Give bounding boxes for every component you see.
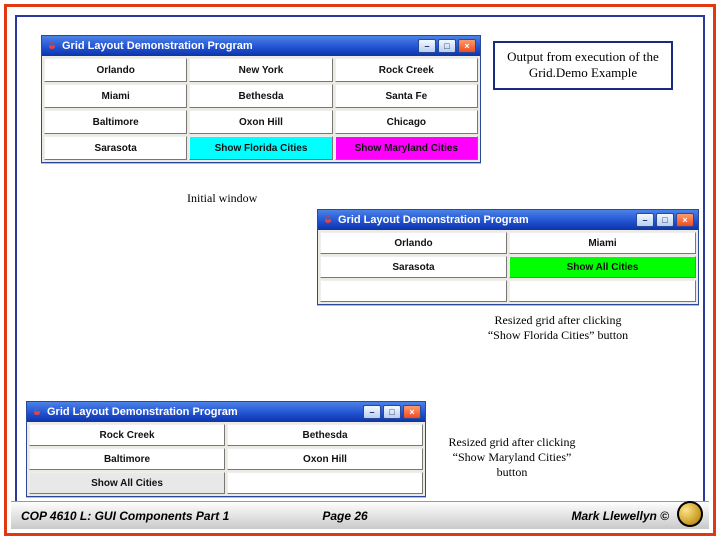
city-button-bethesda[interactable]: Bethesda — [227, 424, 423, 446]
titlebar[interactable]: Grid Layout Demonstration Program – □ × — [318, 210, 698, 230]
window-title: Grid Layout Demonstration Program — [62, 40, 414, 52]
grid-layout: Orlando New York Rock Creek Miami Bethes… — [42, 56, 480, 162]
slide-inner-border: Output from execution of the Grid.Demo E… — [15, 15, 705, 507]
window-buttons: – □ × — [636, 213, 694, 227]
maximize-button[interactable]: □ — [438, 39, 456, 53]
window-buttons: – □ × — [363, 405, 421, 419]
java-cup-icon — [31, 406, 43, 418]
window-title: Grid Layout Demonstration Program — [338, 214, 632, 226]
minimize-button[interactable]: – — [636, 213, 654, 227]
city-button-rockcreek[interactable]: Rock Creek — [29, 424, 225, 446]
java-window-initial: Grid Layout Demonstration Program – □ × … — [41, 35, 481, 163]
city-button-orlando[interactable]: Orlando — [320, 232, 507, 254]
empty-cell — [227, 472, 423, 494]
city-button-miami[interactable]: Miami — [509, 232, 696, 254]
label-resized-florida: Resized grid after clicking “Show Florid… — [483, 313, 633, 343]
label-initial-window: Initial window — [187, 191, 257, 206]
java-window-maryland: Grid Layout Demonstration Program – □ × … — [26, 401, 426, 497]
city-button-miami[interactable]: Miami — [44, 84, 187, 108]
maximize-button[interactable]: □ — [656, 213, 674, 227]
window-title: Grid Layout Demonstration Program — [47, 406, 359, 418]
footer-course: COP 4610 L: GUI Components Part 1 — [21, 509, 237, 523]
city-button-baltimore[interactable]: Baltimore — [44, 110, 187, 134]
minimize-button[interactable]: – — [363, 405, 381, 419]
city-button-santafe[interactable]: Santa Fe — [335, 84, 478, 108]
city-button-chicago[interactable]: Chicago — [335, 110, 478, 134]
java-cup-icon — [46, 40, 58, 52]
label-resized-maryland: Resized grid after clicking “Show Maryla… — [437, 435, 587, 480]
city-button-sarasota[interactable]: Sarasota — [44, 136, 187, 160]
java-window-florida: Grid Layout Demonstration Program – □ × … — [317, 209, 699, 305]
empty-cell — [509, 280, 696, 302]
footer-author: Mark Llewellyn © — [453, 509, 699, 523]
show-maryland-cities-button[interactable]: Show Maryland Cities — [335, 136, 478, 160]
slide-footer: COP 4610 L: GUI Components Part 1 Page 2… — [11, 501, 709, 529]
city-button-orlando[interactable]: Orlando — [44, 58, 187, 82]
close-button[interactable]: × — [403, 405, 421, 419]
city-button-bethesda[interactable]: Bethesda — [189, 84, 332, 108]
city-button-baltimore[interactable]: Baltimore — [29, 448, 225, 470]
city-button-oxonhill[interactable]: Oxon Hill — [189, 110, 332, 134]
city-button-sarasota[interactable]: Sarasota — [320, 256, 507, 278]
grid-layout: Orlando Miami Sarasota Show All Cities — [318, 230, 698, 304]
callout-output: Output from execution of the Grid.Demo E… — [493, 41, 673, 90]
java-cup-icon — [322, 214, 334, 226]
show-all-cities-button[interactable]: Show All Cities — [509, 256, 696, 278]
close-button[interactable]: × — [458, 39, 476, 53]
city-button-rockcreek[interactable]: Rock Creek — [335, 58, 478, 82]
city-button-oxonhill[interactable]: Oxon Hill — [227, 448, 423, 470]
close-button[interactable]: × — [676, 213, 694, 227]
slide-outer-border: Output from execution of the Grid.Demo E… — [4, 4, 716, 536]
window-buttons: – □ × — [418, 39, 476, 53]
ucf-logo-icon — [677, 501, 703, 527]
empty-cell — [320, 280, 507, 302]
titlebar[interactable]: Grid Layout Demonstration Program – □ × — [27, 402, 425, 422]
show-all-cities-button[interactable]: Show All Cities — [29, 472, 225, 494]
footer-page: Page 26 — [237, 509, 453, 523]
maximize-button[interactable]: □ — [383, 405, 401, 419]
titlebar[interactable]: Grid Layout Demonstration Program – □ × — [42, 36, 480, 56]
grid-layout: Rock Creek Bethesda Baltimore Oxon Hill … — [27, 422, 425, 496]
city-button-newyork[interactable]: New York — [189, 58, 332, 82]
show-florida-cities-button[interactable]: Show Florida Cities — [189, 136, 332, 160]
minimize-button[interactable]: – — [418, 39, 436, 53]
